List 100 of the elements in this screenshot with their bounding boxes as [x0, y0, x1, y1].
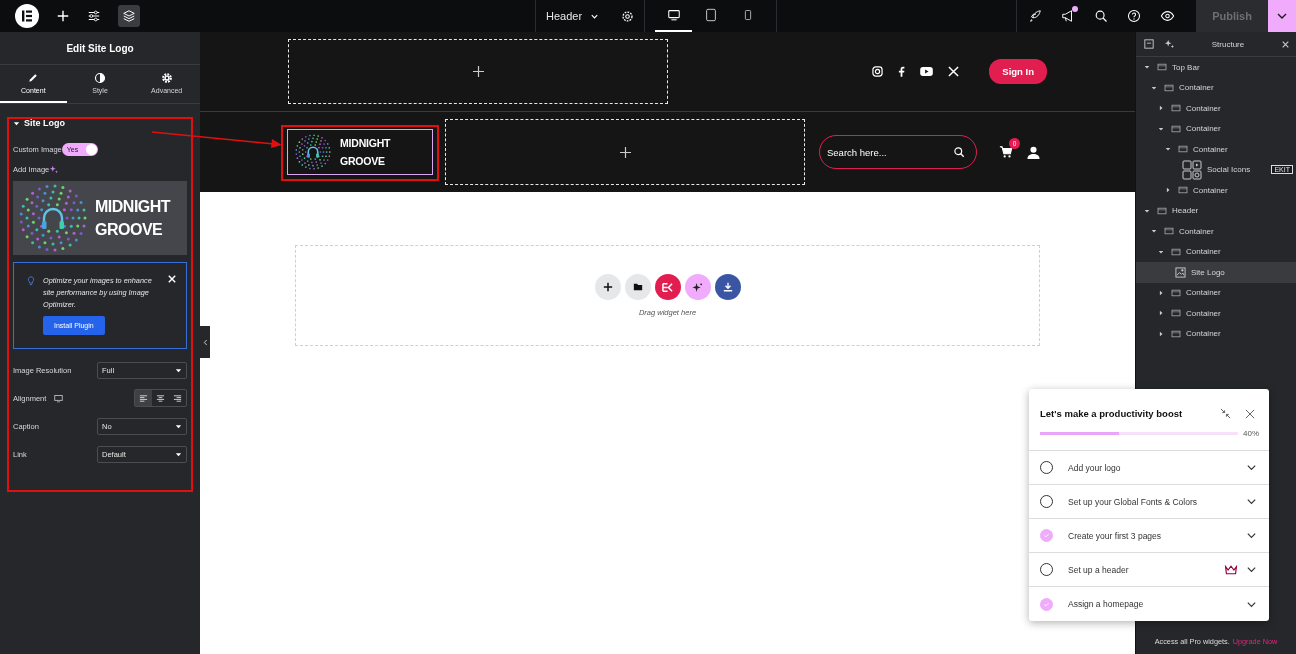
- pencil-icon: [27, 72, 40, 84]
- alignment-button[interactable]: [135, 390, 152, 406]
- caret-icon[interactable]: [1151, 228, 1157, 235]
- checklist-item[interactable]: Set up a header: [1029, 553, 1269, 587]
- align-icon: [156, 393, 165, 403]
- help-icon[interactable]: [1127, 9, 1141, 23]
- container-icon: [1171, 329, 1181, 338]
- crown-icon: [1224, 564, 1238, 575]
- preview-eye-icon[interactable]: [1160, 9, 1175, 23]
- checklist-title: Let's make a productivity boost: [1040, 408, 1184, 419]
- add-action-button[interactable]: [624, 274, 651, 300]
- play-logo-icon[interactable]: [920, 67, 934, 76]
- container-icon: [1171, 104, 1181, 113]
- user-icon[interactable]: [1027, 145, 1040, 159]
- structure-item[interactable]: Container: [1136, 303, 1296, 324]
- image-icon: [1175, 266, 1186, 278]
- caret-icon[interactable]: [1144, 207, 1150, 214]
- logo-text: GROOVE: [340, 154, 386, 169]
- search-icon[interactable]: [1094, 9, 1108, 23]
- container-icon: [1178, 145, 1188, 154]
- container-icon: [1164, 227, 1174, 236]
- section-title[interactable]: Site Logo: [24, 118, 65, 128]
- caret-icon[interactable]: [1151, 84, 1157, 91]
- chevron-down-icon[interactable]: [1246, 564, 1257, 575]
- container-icon: [1157, 206, 1167, 215]
- site-logo[interactable]: MIDNIGHT GROOVE: [287, 129, 433, 175]
- caret-icon[interactable]: [13, 119, 20, 127]
- sparkle-icon: [692, 281, 703, 293]
- collapse-all-icon[interactable]: [1144, 39, 1154, 49]
- structure-item[interactable]: Container: [1136, 221, 1296, 242]
- checklist-item[interactable]: Create your first 3 pages: [1029, 519, 1269, 553]
- check-icon: [1043, 600, 1050, 608]
- checklist-item[interactable]: Assign a homepage: [1029, 587, 1269, 621]
- settings-icon[interactable]: [621, 9, 635, 23]
- add-icon[interactable]: [472, 66, 484, 77]
- container-icon: [1171, 124, 1181, 133]
- checklist-item[interactable]: Set up your Global Fonts & Colors: [1029, 485, 1269, 519]
- publish-options-button[interactable]: [1268, 0, 1296, 32]
- chevron-down-icon[interactable]: [1246, 496, 1257, 507]
- logo-text: MIDNIGHT: [95, 196, 171, 217]
- caret-icon[interactable]: [1158, 310, 1164, 317]
- sliders-icon[interactable]: [87, 9, 101, 23]
- logo-preview-image[interactable]: MIDNIGHT GROOVE: [13, 181, 187, 255]
- structure-item[interactable]: Site Logo: [1136, 262, 1296, 283]
- progress-percent: 40%: [1243, 429, 1259, 438]
- empty-container[interactable]: [445, 119, 805, 185]
- collapse-panel-handle[interactable]: [200, 326, 210, 358]
- camera-icon[interactable]: [872, 66, 884, 77]
- facebook-f-icon[interactable]: [898, 66, 906, 77]
- empty-container[interactable]: [288, 39, 668, 104]
- folder-icon: [632, 282, 643, 292]
- add-icon[interactable]: [619, 146, 631, 158]
- structure-item[interactable]: Container: [1136, 77, 1296, 98]
- desktop-icon[interactable]: [54, 393, 64, 403]
- megaphone-icon[interactable]: [1061, 9, 1075, 23]
- checklist-item[interactable]: Add your logo: [1029, 451, 1269, 485]
- caret-icon[interactable]: [1158, 105, 1164, 112]
- chevron-down-icon[interactable]: [1246, 462, 1257, 473]
- structure-item[interactable]: Container: [1136, 139, 1296, 160]
- chevron-down-icon[interactable]: [1246, 530, 1257, 541]
- caret-icon[interactable]: [1165, 187, 1171, 194]
- caret-icon[interactable]: [1158, 330, 1164, 337]
- rocket-icon[interactable]: [1028, 9, 1042, 23]
- structure-item[interactable]: Container: [1136, 323, 1296, 344]
- sparkle-icon[interactable]: [49, 164, 59, 174]
- structure-item[interactable]: Container: [1136, 118, 1296, 139]
- cart-icon[interactable]: [999, 145, 1013, 159]
- structure-item[interactable]: Container: [1136, 180, 1296, 201]
- sign-in-button[interactable]: Sign In: [989, 59, 1047, 84]
- structure-item[interactable]: Container: [1136, 282, 1296, 303]
- minimize-icon[interactable]: [1220, 408, 1231, 419]
- structure-item[interactable]: Top Bar: [1136, 57, 1296, 78]
- caret-icon[interactable]: [1165, 146, 1171, 153]
- caret-icon[interactable]: [1158, 248, 1164, 255]
- add-action-button[interactable]: [684, 274, 711, 300]
- search-icon[interactable]: [953, 146, 965, 158]
- search-field[interactable]: Search here...: [819, 135, 977, 169]
- x-logo-icon[interactable]: [948, 66, 960, 77]
- caret-icon[interactable]: [1144, 64, 1150, 71]
- chevron-left-icon: [202, 338, 208, 346]
- check-icon: [1043, 532, 1050, 539]
- settings-icon: [160, 72, 173, 84]
- structure-item[interactable]: Header: [1136, 200, 1296, 221]
- social-icons-icon: [1182, 159, 1202, 180]
- sparkle-icon[interactable]: [1164, 39, 1174, 49]
- logo-text: MIDNIGHT: [340, 135, 391, 151]
- elementor-logo-icon[interactable]: [15, 4, 39, 28]
- caret-icon: [175, 422, 182, 430]
- contrast-icon: [94, 72, 106, 84]
- structure-item[interactable]: Container: [1136, 98, 1296, 119]
- layers-button[interactable]: [118, 5, 140, 27]
- container-icon: [1171, 288, 1181, 297]
- add-action-button[interactable]: [594, 274, 621, 300]
- caret-icon[interactable]: [1158, 289, 1164, 296]
- structure-item[interactable]: Container: [1136, 241, 1296, 262]
- document-dropdown[interactable]: Header: [536, 10, 610, 22]
- download-icon: [722, 282, 733, 292]
- caret-icon[interactable]: [1158, 125, 1164, 132]
- container-icon: [1171, 309, 1181, 318]
- add-action-button[interactable]: [714, 274, 741, 300]
